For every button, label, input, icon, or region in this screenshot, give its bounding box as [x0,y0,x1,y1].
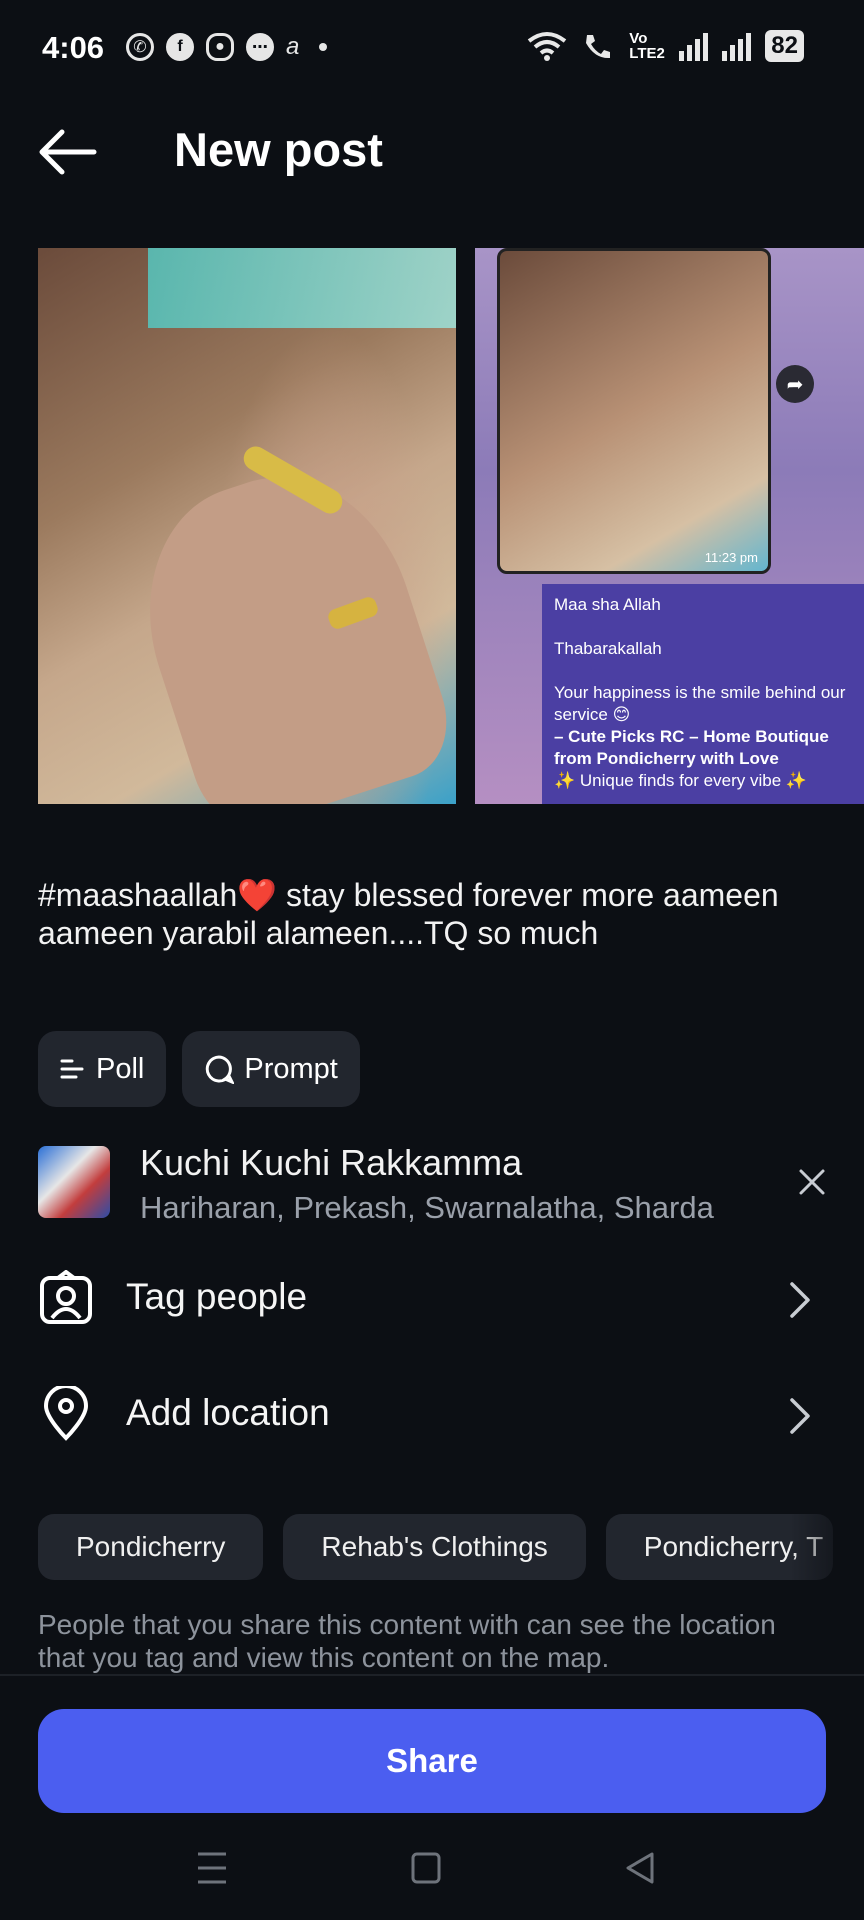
post-options: Poll Prompt [38,1031,360,1107]
prompt-icon [206,1055,235,1084]
add-location-label: Add location [126,1392,330,1433]
scroll-fade [790,1510,864,1584]
page-title: New post [174,123,383,176]
chevron-right-icon [790,1282,810,1318]
location-privacy-note: People that you share this content with … [38,1609,776,1673]
home-icon[interactable] [396,1846,456,1890]
chevron-right-icon [790,1398,810,1434]
close-icon[interactable] [796,1166,828,1198]
caption-text[interactable]: #maashaallah❤️ stay blessed forever more… [38,876,828,952]
status-time: 4:06 [42,30,105,65]
embedded-photo: 11:23 pm [497,248,771,574]
location-suggestions: Pondicherry Rehab's Clothings Pondicherr… [38,1514,834,1580]
facebook-icon: f [166,33,194,61]
system-status: Vo LTE2 82 [527,30,804,62]
signal-icon-1 [679,31,709,61]
forward-icon[interactable]: ➦ [776,365,814,403]
poll-button[interactable]: Poll [38,1031,167,1107]
message-line: Your happiness is the smile behind our s… [554,683,846,724]
whatsapp-icon: ✆ [126,33,154,61]
message-line: Thabarakallah [554,639,662,658]
media-image-2[interactable]: 11:23 pm Maa sha Allah Thabarakallah You… [475,248,864,804]
wifi-calling-icon [586,35,611,59]
tag-people-label: Tag people [126,1276,308,1317]
back-arrow-icon[interactable] [38,126,98,178]
poll-label: Poll [96,1052,145,1085]
notification-icons: ✆ f ● ⋯ a [126,33,328,61]
message-line: Maa sha Allah [554,595,661,614]
divider [0,1674,864,1676]
more-notifications-dot [319,43,328,51]
back-nav-icon[interactable] [610,1846,670,1890]
messenger-icon: ⋯ [246,33,274,61]
handwriting-icon: a [286,33,300,60]
prompt-label: Prompt [244,1052,338,1085]
album-art [38,1146,110,1218]
battery-icon: 82 [765,30,804,62]
message-bubble: Maa sha Allah Thabarakallah Your happine… [542,584,864,804]
signal-icon-2 [722,31,752,61]
mat-pattern [148,248,456,328]
chat-icon: ● [206,33,234,61]
wifi-icon [528,32,567,61]
person-tag-icon [40,1270,92,1324]
network-type: Vo LTE2 [629,30,665,62]
hand-shape [113,445,456,804]
recent-apps-icon[interactable] [182,1846,242,1890]
music-artists: Hariharan, Prekash, Swarnalatha, Sharda [140,1190,714,1225]
share-button[interactable]: Share [38,1709,826,1813]
location-chip[interactable]: Rehab's Clothings [283,1514,586,1580]
message-line: – Cute Picks RC – Home Boutique from Pon… [554,727,829,768]
prompt-button[interactable]: Prompt [182,1031,360,1107]
media-image-1[interactable] [38,248,456,804]
message-timestamp: 11:23 pm [704,550,758,565]
music-title[interactable]: Kuchi Kuchi Rakkamma [140,1142,522,1184]
location-pin-icon [43,1386,89,1441]
tag-people-row[interactable]: Tag people [0,1250,864,1350]
add-location-row[interactable]: Add location [0,1364,864,1464]
poll-icon [60,1059,84,1079]
message-line: ✨ Unique finds for every vibe ✨ [554,771,808,790]
location-chip[interactable]: Pondicherry [38,1514,264,1580]
